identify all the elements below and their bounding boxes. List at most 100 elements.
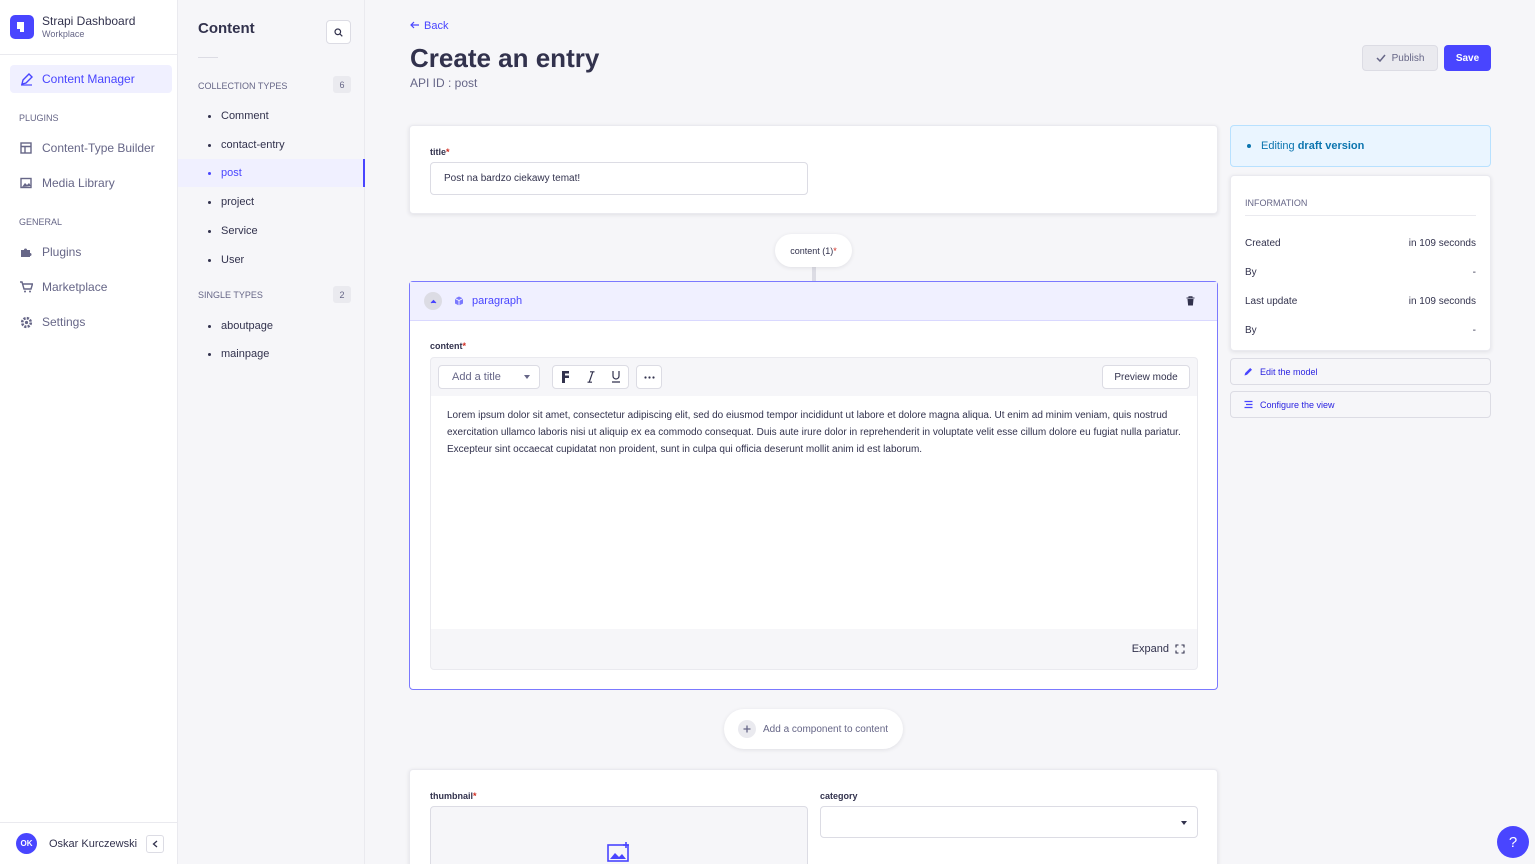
- arrow-left-icon: [410, 20, 419, 32]
- search-icon: [334, 27, 343, 37]
- edit-model-button[interactable]: Edit the model: [1230, 358, 1491, 385]
- nav-content-manager[interactable]: Content Manager: [10, 65, 172, 93]
- italic-button[interactable]: [578, 366, 603, 388]
- expand-icon: [1175, 644, 1185, 654]
- info-row-last-update: Last update in 109 seconds: [1245, 296, 1476, 307]
- api-id: API ID : post: [410, 76, 478, 90]
- subnav-item-project[interactable]: project: [178, 188, 365, 216]
- chevron-up-icon[interactable]: [424, 292, 442, 310]
- collapse-nav-button[interactable]: [146, 834, 164, 853]
- heading-select[interactable]: Add a title: [438, 365, 540, 389]
- zone-connector: [812, 266, 816, 282]
- layout-icon: [19, 141, 33, 155]
- subnav-item-service[interactable]: Service: [178, 217, 365, 245]
- subnav-item-aboutpage[interactable]: aboutpage: [178, 312, 365, 340]
- divider: [1245, 215, 1476, 216]
- add-component-label: Add a component to content: [763, 723, 889, 735]
- nav-content-manager-label: Content Manager: [42, 72, 135, 86]
- nav-marketplace-label: Marketplace: [42, 280, 108, 294]
- subnav-item-contact-entry[interactable]: contact-entry: [178, 131, 365, 159]
- bold-button[interactable]: [553, 366, 578, 388]
- configure-view-label: Configure the view: [1260, 399, 1335, 410]
- subnav-item-label: Service: [221, 225, 258, 237]
- info-row-created-by: By -: [1245, 267, 1476, 278]
- subnav-search-button[interactable]: [326, 20, 351, 44]
- image-icon: [19, 176, 33, 190]
- underline-button[interactable]: [603, 366, 628, 388]
- help-button[interactable]: ?: [1497, 826, 1529, 858]
- edit-model-label: Edit the model: [1260, 366, 1318, 377]
- strapi-logo-icon: [10, 15, 34, 39]
- expand-button[interactable]: Expand: [1132, 643, 1185, 655]
- configure-view-button[interactable]: Configure the view: [1230, 391, 1491, 418]
- subnav-item-label: User: [221, 254, 245, 266]
- brand[interactable]: Strapi Dashboard Workplace: [0, 0, 177, 55]
- media-card: thumbnail* category: [409, 769, 1218, 864]
- title-input[interactable]: Post na bardzo ciekawy temat!: [430, 162, 808, 195]
- thumbnail-dropzone[interactable]: [430, 806, 808, 864]
- check-icon: [1376, 54, 1386, 62]
- italic-icon: [587, 371, 594, 383]
- pen-icon: [19, 72, 33, 86]
- nav-settings[interactable]: Settings: [10, 308, 172, 336]
- general-section-label: GENERAL: [19, 217, 63, 227]
- nav-plugins[interactable]: Plugins: [10, 238, 172, 266]
- subnav-title: Content: [198, 20, 255, 37]
- single-types-label[interactable]: SINGLE TYPES: [198, 290, 263, 300]
- draft-prefix: Editing: [1261, 140, 1298, 152]
- back-label: Back: [424, 20, 449, 32]
- subnav-item-comment[interactable]: Comment: [178, 102, 365, 130]
- thumbnail-field-label: thumbnail*: [430, 791, 477, 801]
- status-dot: [1247, 144, 1251, 148]
- nav-marketplace[interactable]: Marketplace: [10, 273, 172, 301]
- preview-mode-button[interactable]: Preview mode: [1102, 365, 1190, 389]
- plus-icon: [738, 720, 756, 738]
- subnav-item-post[interactable]: post: [178, 159, 365, 187]
- subnav-item-mainpage[interactable]: mainpage: [178, 340, 365, 368]
- nav-media-library[interactable]: Media Library: [10, 169, 172, 197]
- subnav-item-label: project: [221, 196, 255, 208]
- more-options-button[interactable]: [636, 365, 662, 389]
- nav-content-type-builder[interactable]: Content-Type Builder: [10, 134, 172, 162]
- cart-icon: [19, 280, 33, 294]
- puzzle-icon: [19, 245, 33, 259]
- page-title: Create an entry: [410, 43, 600, 73]
- user-name[interactable]: Oskar Kurczewski: [49, 838, 137, 850]
- info-row-created: Created in 109 seconds: [1245, 238, 1476, 249]
- nav-content-type-builder-label: Content-Type Builder: [42, 141, 155, 155]
- nav-media-library-label: Media Library: [42, 176, 115, 190]
- category-select[interactable]: [820, 806, 1198, 838]
- nav-plugins-label: Plugins: [42, 245, 82, 259]
- subnav-item-label: contact-entry: [221, 139, 285, 151]
- draft-status: draft version: [1297, 140, 1365, 152]
- rich-text-editor: Add a title Preview mode Lorem ipsum dol…: [430, 357, 1198, 670]
- collection-types-label[interactable]: COLLECTION TYPES: [198, 81, 287, 91]
- add-component-button[interactable]: Add a component to content: [724, 709, 903, 749]
- brand-subtitle: Workplace: [42, 29, 85, 39]
- heading-select-value: Add a title: [452, 371, 501, 383]
- more-icon: [643, 375, 655, 379]
- subnav-item-user[interactable]: User: [178, 246, 365, 274]
- subnav-item-label: Comment: [221, 110, 269, 122]
- component-name: paragraph: [472, 295, 523, 307]
- divider: [198, 57, 218, 58]
- information-title: INFORMATION: [1245, 198, 1308, 208]
- gear-icon: [19, 315, 33, 329]
- collection-types-count: 6: [333, 76, 351, 93]
- underline-icon: [611, 371, 620, 383]
- editor-textarea[interactable]: Lorem ipsum dolor sit amet, consectetur …: [431, 396, 1197, 629]
- publish-button[interactable]: Publish: [1362, 45, 1438, 71]
- avatar[interactable]: OK: [16, 833, 37, 854]
- pencil-icon: [1244, 367, 1253, 376]
- back-link[interactable]: Back: [410, 20, 448, 32]
- content-field-label: content*: [430, 341, 467, 351]
- zone-label: content (1) *: [775, 234, 852, 267]
- trash-icon[interactable]: [1186, 296, 1195, 306]
- editor-toolbar: Add a title Preview mode: [431, 358, 1197, 396]
- subnav-item-label: mainpage: [221, 348, 270, 360]
- caret-down-icon: [524, 375, 530, 379]
- component-header[interactable]: paragraph: [410, 282, 1217, 321]
- content-subnav: Content COLLECTION TYPES 6 Comment conta…: [178, 0, 365, 864]
- draft-status-banner: Editing draft version: [1230, 125, 1491, 167]
- save-button[interactable]: Save: [1444, 45, 1491, 71]
